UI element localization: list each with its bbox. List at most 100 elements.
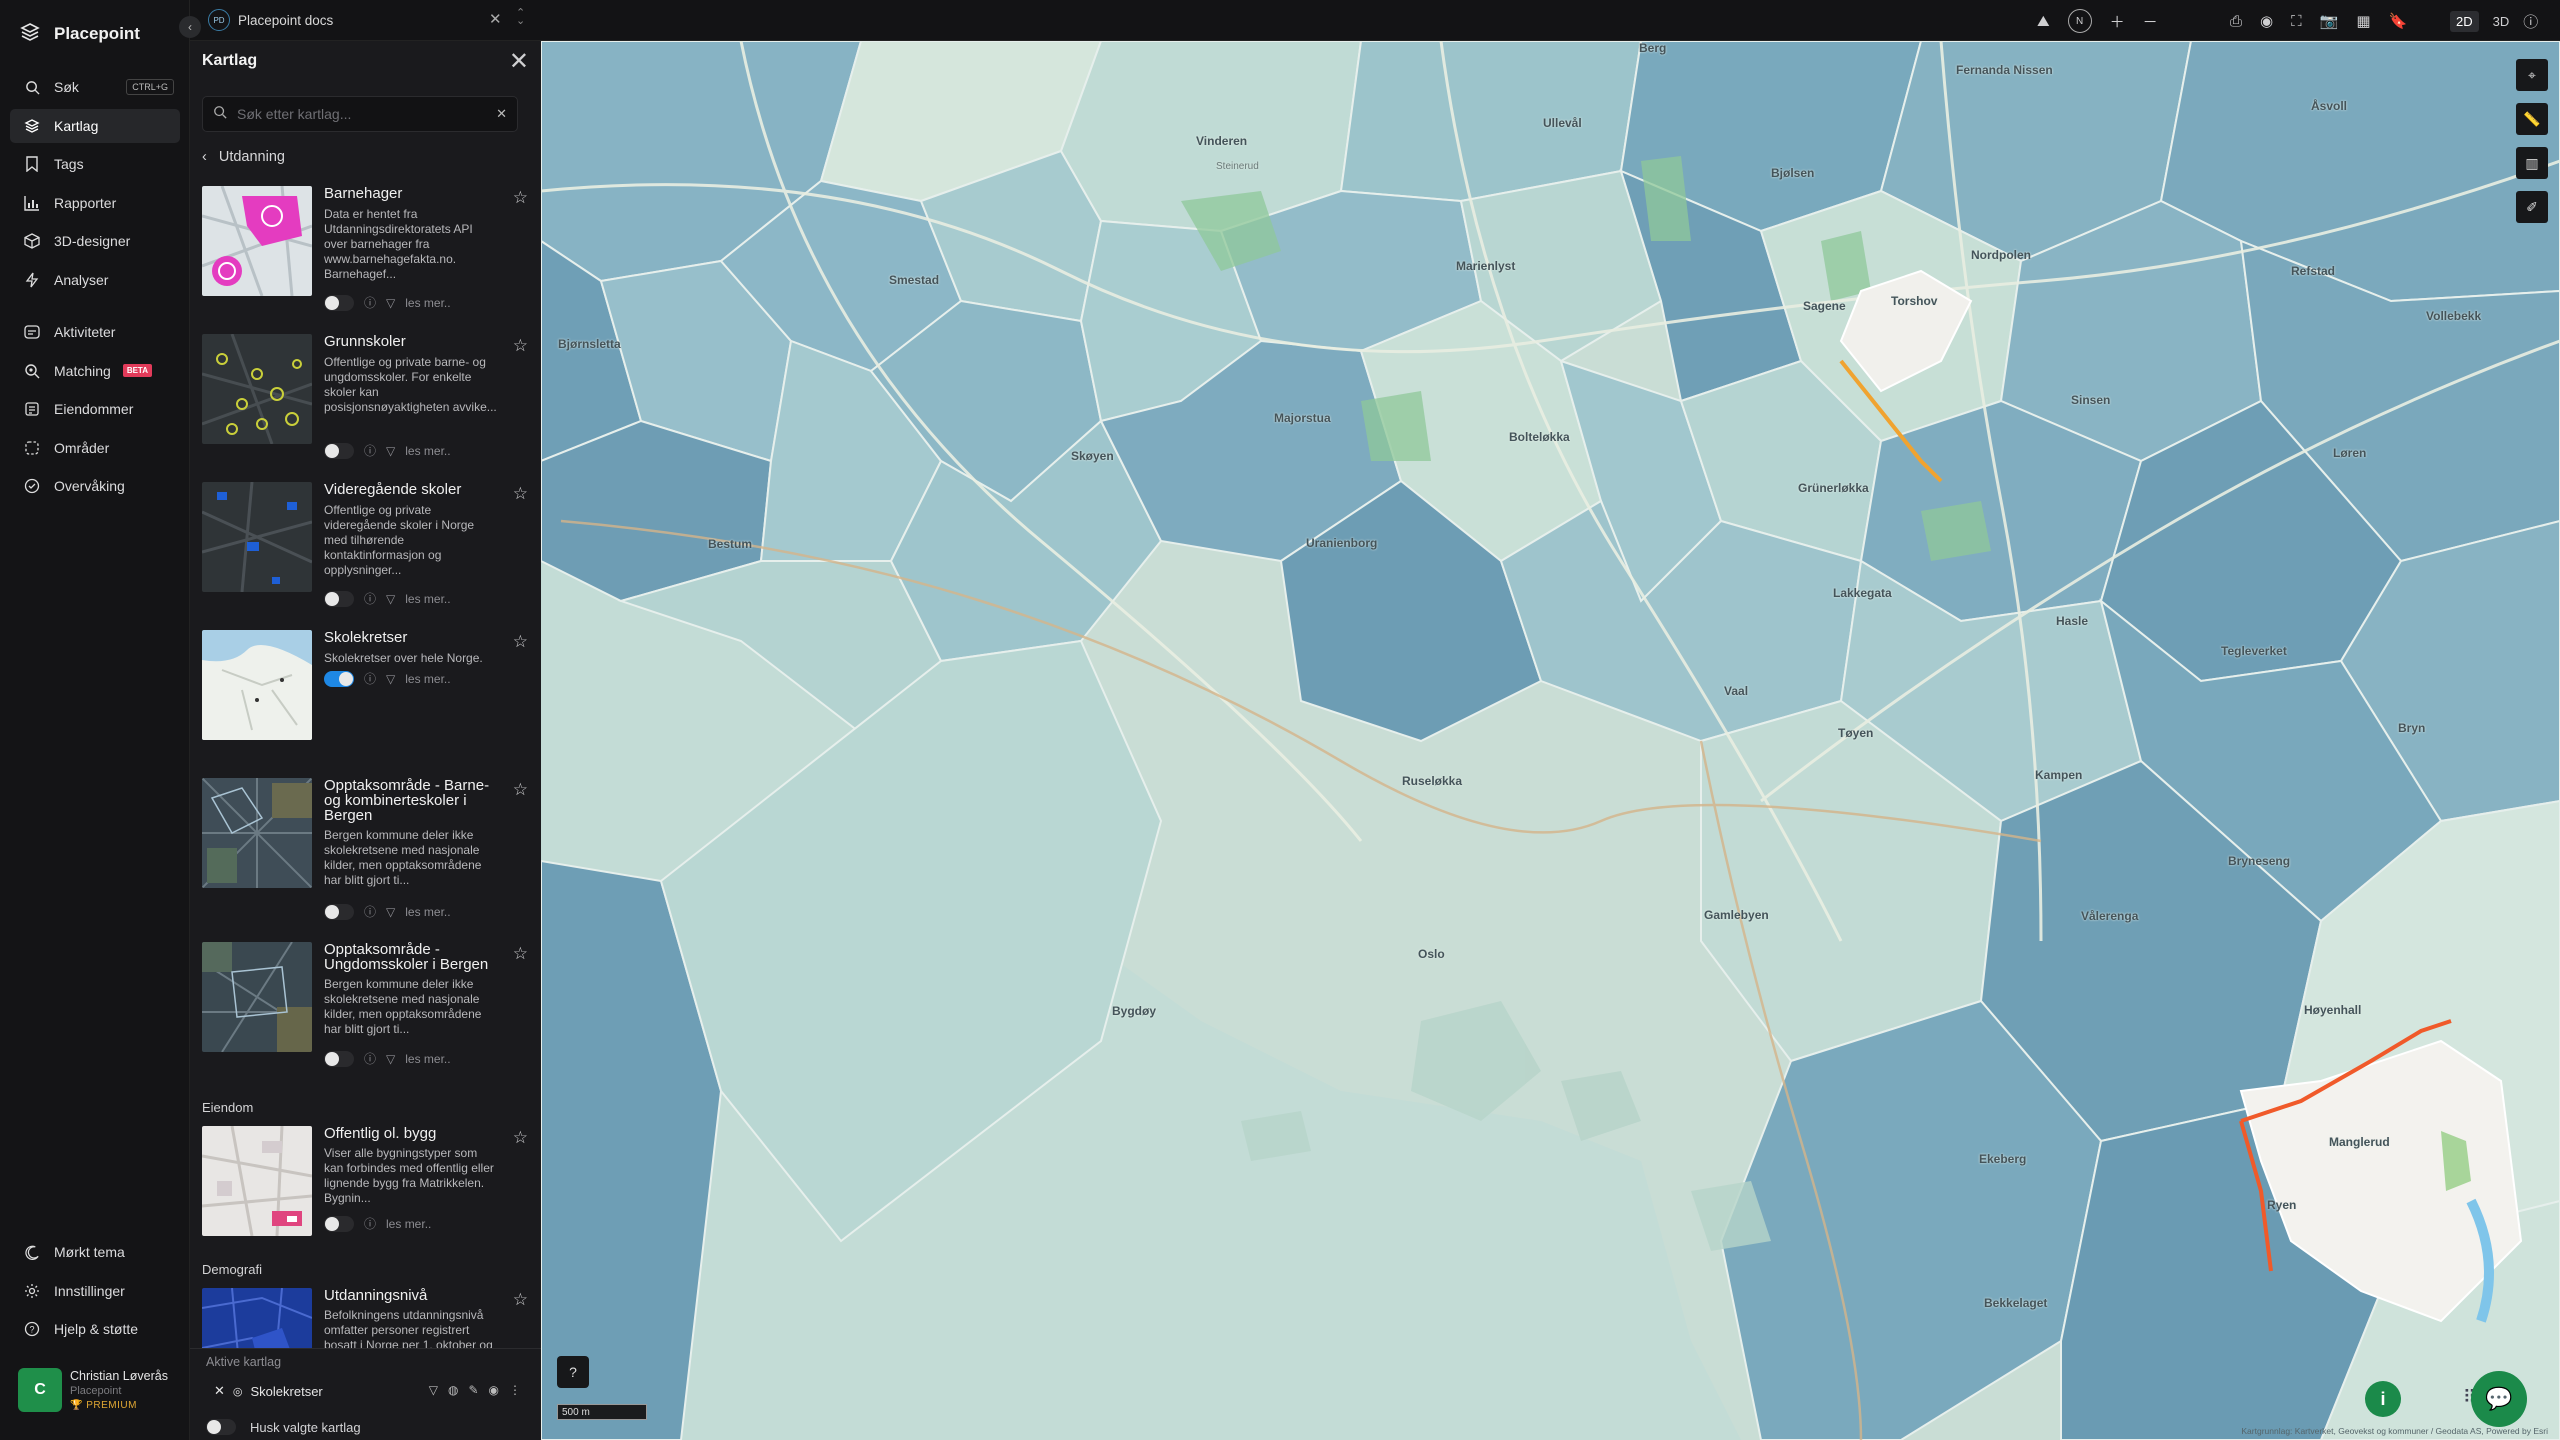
chat-button[interactable]: 💬 (2471, 1371, 2527, 1427)
style-icon[interactable]: ◍ (448, 1383, 458, 1397)
layer-item-opptak-barne[interactable]: Opptaksområde - Barne- og kombinerteskol… (202, 776, 532, 940)
nav-item-3d-designer[interactable]: 3D-designer (10, 224, 180, 258)
read-more-link[interactable]: les mer.. (405, 905, 450, 919)
mode-3d-button[interactable]: 3D (2487, 11, 2516, 32)
zoom-in-icon[interactable]: ＋ (2110, 11, 2125, 32)
info-icon[interactable]: ⓘ (364, 1050, 376, 1067)
draw-icon[interactable]: ✐ (2516, 191, 2548, 223)
layer-visibility-toggle[interactable] (324, 294, 354, 311)
filter-icon[interactable]: ▽ (386, 592, 395, 606)
layer-item-videregaende[interactable]: Videregående skoler Offentlige og privat… (202, 480, 532, 628)
info-icon[interactable]: ⓘ (2523, 11, 2538, 32)
nav-item-layers[interactable]: Kartlag (10, 108, 180, 143)
eye-icon[interactable]: ◉ (2260, 12, 2273, 30)
layer-search-input[interactable] (237, 106, 487, 122)
favorite-star-icon[interactable]: ☆ (513, 1128, 528, 1148)
close-tab-icon[interactable]: ✕ (489, 10, 502, 28)
tab-switch-icon[interactable]: ⌃ ⌄ (516, 8, 525, 27)
nav-item-settings[interactable]: Innstillinger (10, 1274, 180, 1308)
layer-item-barnehager[interactable]: Barnehager Data er hentet fra Utdannings… (202, 184, 532, 332)
measure-icon[interactable]: 📏 (2516, 103, 2548, 135)
layer-visibility-toggle[interactable] (324, 903, 354, 920)
select-area-icon[interactable]: ⌖ (2516, 59, 2548, 91)
grid-icon[interactable]: ▦ (2356, 12, 2370, 30)
visibility-icon[interactable]: ◉ (489, 1383, 499, 1397)
filter-icon[interactable]: ▽ (386, 672, 395, 686)
filter-icon[interactable]: ▽ (386, 1052, 395, 1066)
layer-description: Data er hentet fra Utdanningsdirektorate… (324, 207, 473, 281)
edit-icon[interactable]: ✎ (468, 1383, 478, 1397)
favorite-star-icon[interactable]: ☆ (513, 632, 528, 652)
info-icon[interactable]: ⓘ (364, 670, 376, 687)
info-icon[interactable]: ⓘ (364, 442, 376, 459)
breadcrumb[interactable]: ‹ Utdanning (202, 149, 285, 165)
fullscreen-icon[interactable]: ⛶ (2291, 13, 2302, 30)
favorite-star-icon[interactable]: ☆ (513, 1290, 528, 1310)
layer-item-utdanningsniva[interactable]: Utdanningsnivå Befolkningens utdanningsn… (202, 1286, 532, 1349)
read-more-link[interactable]: les mer.. (386, 1217, 431, 1231)
layer-item-opptak-ungdom[interactable]: Opptaksområde - Ungdomsskoler i Bergen B… (202, 940, 532, 1094)
nav-item-help[interactable]: ? Hjelp & støtte (10, 1312, 180, 1346)
layer-visibility-toggle[interactable] (324, 1215, 354, 1232)
filter-icon[interactable]: ▽ (386, 905, 395, 919)
favorite-star-icon[interactable]: ☆ (513, 336, 528, 356)
map-help-button[interactable]: ? (557, 1356, 589, 1388)
layer-item-offentlig-bygg[interactable]: Offentlig ol. bygg Viser alle bygningsty… (202, 1124, 532, 1256)
filter-icon[interactable]: ▽ (386, 444, 395, 458)
statistics-icon[interactable]: ▥ (2516, 147, 2548, 179)
favorite-star-icon[interactable]: ☆ (513, 944, 528, 964)
info-icon[interactable]: ⓘ (364, 590, 376, 607)
nav-item-matching[interactable]: Matching BETA (10, 354, 180, 388)
workspace-logo: PD (208, 9, 230, 31)
layer-visibility-toggle[interactable] (324, 442, 354, 459)
nav-item-tags[interactable]: Tags (10, 147, 180, 181)
print-icon[interactable]: ⎙ (2230, 13, 2242, 30)
clear-search-icon[interactable]: ✕ (496, 106, 507, 122)
nav-item-reports[interactable]: Rapporter (10, 186, 180, 220)
info-icon[interactable]: ⓘ (364, 294, 376, 311)
bookmark-icon[interactable]: 🔖 (2389, 12, 2408, 30)
more-icon[interactable]: ⋮ (509, 1383, 521, 1397)
read-more-link[interactable]: les mer.. (405, 296, 450, 310)
dark-theme-toggle[interactable]: Mørkt tema (10, 1235, 180, 1269)
camera-icon[interactable]: 📷 (2320, 12, 2339, 30)
layer-item-grunnskoler[interactable]: Grunnskoler Offentlige og private barne-… (202, 332, 532, 480)
map-canvas[interactable]: Berg Fernanda Nissen Vinderen Ullevål St… (541, 41, 2560, 1440)
eye-icon[interactable]: ◎ (233, 1385, 243, 1398)
compass-icon[interactable]: N (2067, 9, 2092, 33)
remove-layer-icon[interactable]: ✕ (214, 1383, 225, 1399)
nav-item-monitoring[interactable]: Overvåking (10, 469, 180, 503)
nav-item-search[interactable]: Søk CTRL+G (10, 70, 180, 104)
workspace-tab[interactable]: PD Placepoint docs (208, 7, 333, 33)
zoom-out-icon[interactable]: － (2143, 11, 2158, 32)
info-icon[interactable]: ⓘ (364, 903, 376, 920)
nav-item-areas[interactable]: Områder (10, 431, 180, 465)
read-more-link[interactable]: les mer.. (405, 1052, 450, 1066)
favorite-star-icon[interactable]: ☆ (513, 484, 528, 504)
filter-icon[interactable]: ▽ (429, 1383, 438, 1397)
layer-visibility-toggle[interactable] (324, 590, 354, 607)
collapse-sidebar-button[interactable]: ‹ (179, 16, 201, 38)
remember-layers[interactable]: Husk valgte kartlag (206, 1419, 361, 1435)
read-more-link[interactable]: les mer.. (405, 444, 450, 458)
mode-2d-button[interactable]: 2D (2450, 10, 2479, 32)
remember-layers-toggle[interactable] (206, 1419, 236, 1435)
info-icon[interactable]: ⓘ (364, 1215, 376, 1232)
layer-visibility-toggle[interactable] (324, 1050, 354, 1067)
terrain-icon[interactable]: ⛰ (2037, 13, 2050, 30)
user-profile[interactable]: C Christian Løverås Placepoint 🏆 PREMIUM (18, 1368, 168, 1412)
filter-icon[interactable]: ▽ (386, 296, 395, 310)
nav-item-properties[interactable]: Eiendommer (10, 392, 180, 426)
close-panel-icon[interactable]: ✕ (509, 47, 529, 76)
favorite-star-icon[interactable]: ☆ (513, 780, 528, 800)
nav-item-analyses[interactable]: Analyser (10, 263, 180, 297)
favorite-star-icon[interactable]: ☆ (513, 188, 528, 208)
map-view-controls: ⛰ N ＋ － (2037, 7, 2158, 35)
read-more-link[interactable]: les mer.. (405, 672, 450, 686)
map-info-button[interactable]: i (2365, 1381, 2401, 1417)
read-more-link[interactable]: les mer.. (405, 592, 450, 606)
layer-item-skolekretser[interactable]: Skolekretser Skolekretser over hele Norg… (202, 628, 532, 776)
nav-item-activities[interactable]: Aktiviteter (10, 315, 180, 349)
layer-visibility-toggle[interactable] (324, 670, 354, 687)
brand[interactable]: Placepoint (20, 20, 140, 48)
